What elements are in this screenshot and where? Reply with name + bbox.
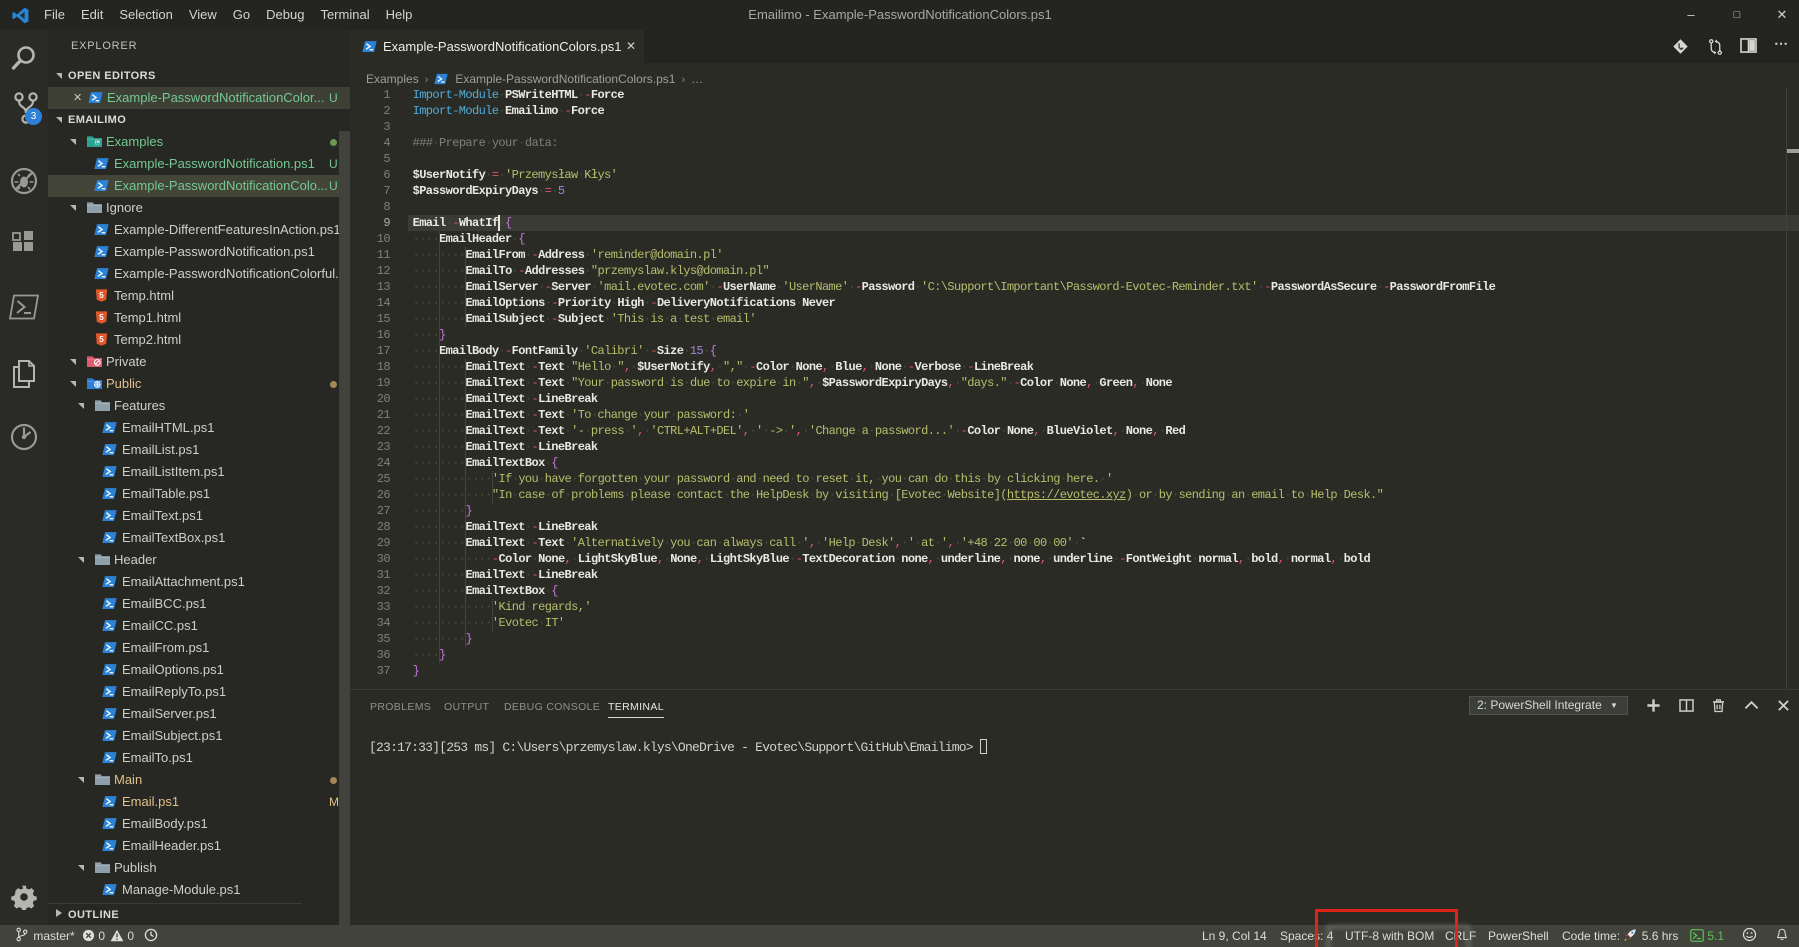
- svg-text:5: 5: [99, 335, 104, 344]
- svg-text:5: 5: [99, 313, 104, 322]
- svg-text:5: 5: [99, 291, 104, 300]
